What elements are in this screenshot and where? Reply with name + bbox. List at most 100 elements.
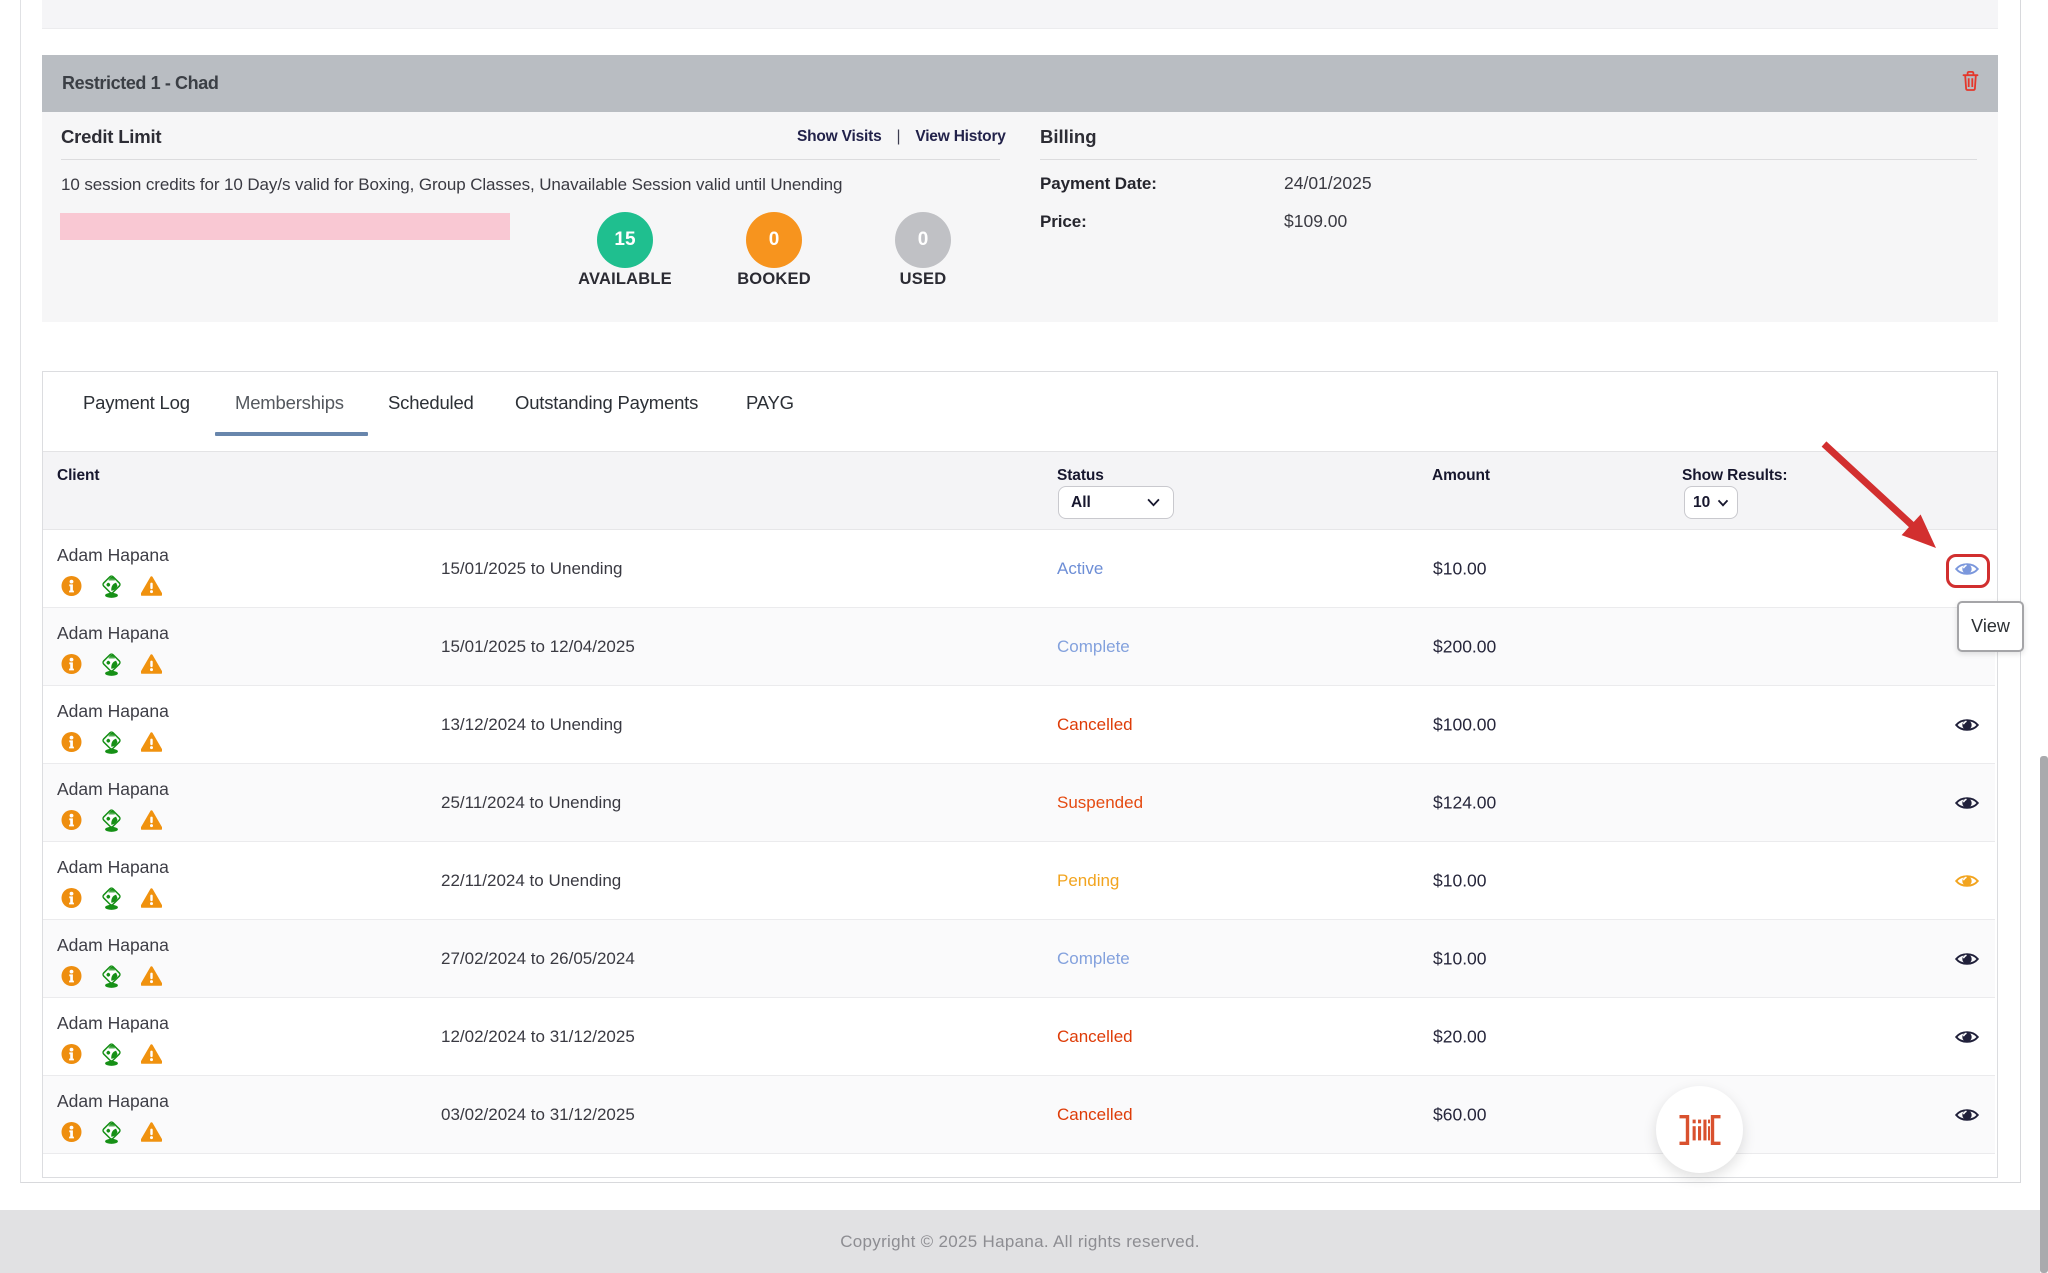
client-name: Adam Hapana [57,623,169,644]
credit-limit-links: Show Visits | View History [797,128,1006,146]
membership-amount: $60.00 [1433,1104,1487,1125]
package-card: Restricted 1 - Chad Credit Limit Show Vi… [42,55,1998,322]
membership-amount: $10.00 [1433,948,1487,969]
active-tab-underline [215,432,368,436]
warning-icon[interactable] [141,964,162,988]
membership-period: 03/02/2024 to 31/12/2025 [441,1105,635,1125]
billing-field-label: Price: [1040,212,1087,231]
warning-icon[interactable] [141,730,162,754]
client-name: Adam Hapana [57,857,169,878]
membership-amount: $100.00 [1433,714,1496,735]
credit-progress-bar [60,213,510,240]
view-eye-button eye-icon[interactable] [1955,717,1979,733]
credit-stat-value: 15 [597,212,653,268]
tab-outstanding-payments[interactable]: Outstanding Payments [515,392,698,414]
credit-limit-description: 10 session credits for 10 Day/s valid fo… [61,175,842,195]
annotation-arrow [1790,420,1950,560]
membership-card-icon[interactable] [101,886,122,910]
view-eye-button eye-icon[interactable] [1955,795,1979,811]
info-icon[interactable] [61,808,82,832]
view-eye-button eye-icon[interactable] [1955,951,1979,967]
membership-card-icon[interactable] [101,652,122,676]
chevron-down-icon [1146,498,1161,507]
view-eye-button eye-icon[interactable] [1955,1107,1979,1123]
status-filter-select[interactable]: All [1058,486,1174,519]
membership-status: Active [1057,559,1103,579]
info-icon[interactable] [61,652,82,676]
view-tooltip: View [1957,601,2024,652]
show-visits-link[interactable]: Show Visits [797,128,882,145]
warning-icon[interactable] [141,574,162,598]
info-icon[interactable] [61,1042,82,1066]
view-history-link[interactable]: View History [915,128,1005,145]
client-icons [61,808,162,832]
links-separator: | [897,128,901,145]
show-results-select[interactable]: 10 [1684,486,1738,519]
page: Restricted 1 - Chad Credit Limit Show Vi… [0,0,2048,1273]
package-title: Restricted 1 - Chad [62,73,218,94]
membership-card-icon[interactable] [101,1042,122,1066]
membership-period: 13/12/2024 to Unending [441,715,623,735]
billing-heading: Billing [1040,126,1097,148]
warning-icon[interactable] [141,886,162,910]
barcode-scan-button[interactable] [1656,1086,1743,1173]
membership-status: Cancelled [1057,715,1133,735]
view-eye-button eye-icon[interactable] [1955,1029,1979,1045]
client-icons [61,1042,162,1066]
tab-payg[interactable]: PAYG [746,392,794,414]
membership-card-icon[interactable] [101,1120,122,1144]
tab-payment-log[interactable]: Payment Log [83,392,190,414]
credit-stat-label: BOOKED [694,270,854,289]
warning-icon[interactable] [141,1120,162,1144]
membership-row: Adam Hapana 15/01/2025 to Unending Activ… [43,530,1995,608]
credit-stat-label: USED [843,270,1003,289]
membership-period: 22/11/2024 to Unending [441,871,621,891]
client-icons [61,886,162,910]
membership-period: 25/11/2024 to Unending [441,793,621,813]
membership-period: 15/01/2025 to 12/04/2025 [441,637,635,657]
show-results-value: 10 [1693,494,1710,512]
membership-card-icon[interactable] [101,730,122,754]
info-icon[interactable] [61,886,82,910]
credit-stat: 0 BOOKED [694,212,854,289]
column-header-status: Status [1057,467,1104,485]
client-name: Adam Hapana [57,1013,169,1034]
client-icons [61,730,162,754]
membership-status: Cancelled [1057,1027,1133,1047]
warning-icon[interactable] [141,652,162,676]
column-header-amount: Amount [1432,467,1490,485]
membership-amount: $10.00 [1433,870,1487,891]
membership-status: Complete [1057,949,1130,969]
info-icon[interactable] [61,574,82,598]
membership-period: 12/02/2024 to 31/12/2025 [441,1027,635,1047]
info-icon[interactable] [61,730,82,754]
membership-status: Complete [1057,637,1130,657]
billing-divider [1040,159,1977,160]
membership-amount: $10.00 [1433,558,1487,579]
tab-scheduled[interactable]: Scheduled [388,392,474,414]
warning-icon[interactable] [141,1042,162,1066]
membership-card-icon[interactable] [101,964,122,988]
tab-memberships[interactable]: Memberships [235,392,344,414]
billing-field-label: Payment Date: [1040,174,1157,193]
view-eye-button eye-icon[interactable] [1955,873,1979,889]
credit-limit-divider [61,159,1000,160]
scrollbar-thumb[interactable] [2040,756,2048,1273]
membership-card-icon[interactable] [101,574,122,598]
membership-period: 15/01/2025 to Unending [441,559,623,579]
barcode-icon [1677,1113,1723,1147]
credit-stat: 15 AVAILABLE [545,212,705,289]
credit-stat: 0 USED [843,212,1003,289]
info-icon[interactable] [61,964,82,988]
billing-field-value: 24/01/2025 [1284,173,1372,194]
status-filter-value: All [1071,494,1091,512]
credit-stat-value: 0 [746,212,802,268]
warning-icon[interactable] [141,808,162,832]
membership-period: 27/02/2024 to 26/05/2024 [441,949,635,969]
delete-package-button trash-icon[interactable] [1962,70,1979,92]
info-icon[interactable] [61,1120,82,1144]
membership-row: Adam Hapana 12/02/2024 to 31/12/2025 Can… [43,998,1995,1076]
membership-card-icon[interactable] [101,808,122,832]
billing-field-value: $109.00 [1284,211,1347,232]
memberships-panel: Payment Log Memberships Scheduled Outstandi… [42,371,1998,1178]
